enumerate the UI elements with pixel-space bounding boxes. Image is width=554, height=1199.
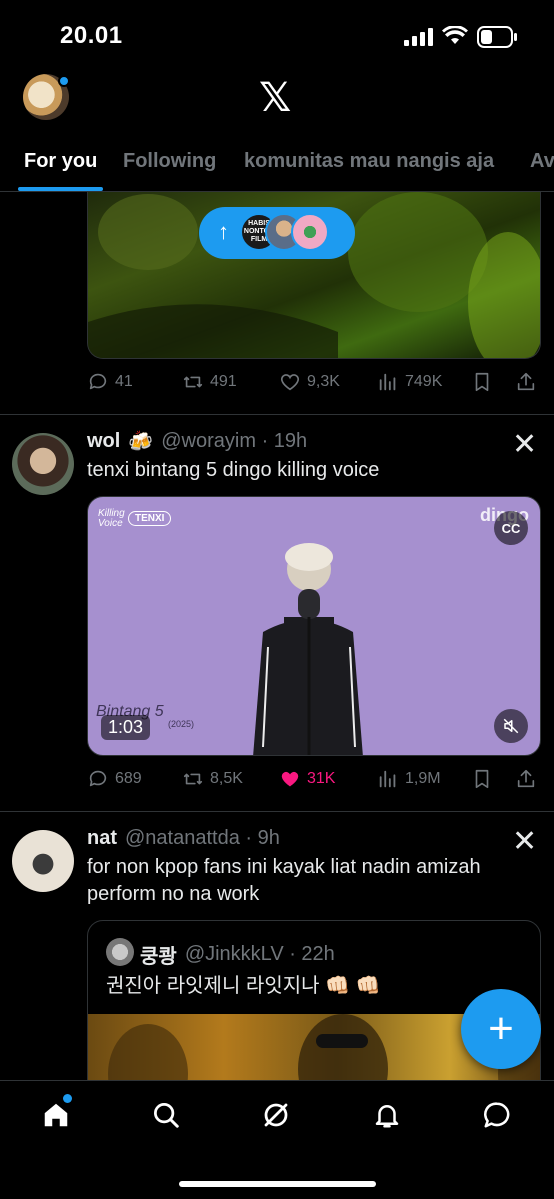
video-duration: 1:03	[101, 715, 151, 740]
post-top-actions: 41 491 9,3K 749K	[87, 371, 541, 401]
pill-avatar-3	[291, 213, 329, 251]
battery-icon	[477, 26, 517, 48]
reply-count: 41	[115, 373, 133, 390]
share-icon	[517, 372, 535, 391]
timeline-tabs: For you Following komunitas mau nangis a…	[0, 140, 554, 192]
video-overlay-year: (2025)	[168, 719, 195, 729]
repost-button[interactable]: 491	[182, 371, 237, 393]
bookmark-button[interactable]	[471, 768, 493, 790]
like-button[interactable]: 9,3K	[279, 371, 340, 393]
like-count: 31K	[307, 770, 336, 787]
beer-emoji-icon: 🍻	[128, 431, 154, 453]
post2-display-name[interactable]: nat	[87, 827, 117, 850]
like-button[interactable]: 31K	[279, 768, 335, 790]
post2-text-line2: perform no na work	[87, 883, 260, 905]
bookmark-icon	[475, 769, 489, 789]
reply-icon	[89, 770, 107, 787]
mute-icon[interactable]	[494, 709, 528, 743]
post2-avatar[interactable]	[12, 830, 74, 892]
grok-nav-icon[interactable]	[261, 1100, 291, 1130]
video-series-title: Killing Voice	[98, 508, 125, 529]
quote-display-name: 쿵쾅	[140, 946, 177, 968]
bell-icon[interactable]	[372, 1100, 402, 1130]
arrow-up-icon: ↑	[218, 219, 229, 244]
status-time: 20.01	[60, 22, 123, 49]
views-icon	[379, 373, 396, 391]
home-icon[interactable]	[41, 1100, 71, 1130]
quote-avatar	[106, 938, 134, 966]
share-icon	[517, 769, 535, 788]
post1-handle[interactable]: @worayim · 19h	[161, 430, 307, 453]
views-button[interactable]: 1,9M	[377, 768, 441, 790]
tab-for-you[interactable]: For you	[24, 150, 97, 173]
repost-button[interactable]: 8,5K	[182, 768, 243, 790]
search-icon[interactable]	[151, 1100, 181, 1130]
tab-av[interactable]: Av	[530, 150, 554, 173]
quote-handle: @JinkkkLV · 22h	[184, 943, 335, 965]
post1-header: wol 🍻 @worayim · 19h	[87, 429, 307, 454]
quote-header: 쿵쾅 @JinkkkLV · 22h	[140, 940, 335, 969]
active-tab-indicator	[18, 187, 103, 191]
post1-avatar[interactable]	[12, 433, 74, 495]
views-count: 1,9M	[405, 770, 441, 787]
share-button[interactable]	[515, 371, 537, 393]
share-button[interactable]	[515, 768, 537, 790]
captions-icon[interactable]: CC	[494, 511, 528, 545]
post-divider	[0, 811, 554, 812]
grok-icon[interactable]: ✕	[512, 427, 537, 462]
views-icon	[379, 770, 396, 788]
reply-count: 689	[115, 770, 142, 787]
reply-button[interactable]: 41	[87, 371, 133, 393]
heart-filled-icon	[281, 771, 299, 787]
compose-button[interactable]: +	[461, 989, 541, 1069]
post1-text: tenxi bintang 5 dingo killing voice	[87, 459, 380, 481]
reply-icon	[89, 373, 107, 390]
notification-dot	[58, 75, 70, 87]
post1-actions: 689 8,5K 31K 1,9M	[87, 768, 541, 798]
wifi-icon	[442, 26, 468, 44]
video-tag: TENXI	[128, 511, 172, 526]
tab-following[interactable]: Following	[123, 150, 216, 173]
repost-count: 491	[210, 373, 237, 390]
views-count: 749K	[405, 373, 443, 390]
grok-icon[interactable]: ✕	[512, 824, 537, 859]
quote-text: 권진아 라잇제니 라잇지나 👊🏻 👊🏻	[106, 975, 381, 997]
home-badge-dot	[63, 1094, 72, 1103]
post-divider	[0, 414, 554, 415]
repost-count: 8,5K	[210, 770, 243, 787]
repost-icon	[183, 376, 203, 388]
bookmark-button[interactable]	[471, 371, 493, 393]
repost-icon	[183, 773, 203, 785]
like-count: 9,3K	[307, 373, 340, 390]
views-button[interactable]: 749K	[377, 371, 442, 393]
heart-icon	[280, 374, 300, 391]
tab-komunitas[interactable]: komunitas mau nangis aja	[244, 150, 494, 173]
post2-header: nat @natanattda · 9h	[87, 827, 280, 850]
post2-handle[interactable]: @natanattda · 9h	[125, 827, 280, 850]
x-logo-icon[interactable]: 𝕏	[259, 78, 291, 118]
home-indicator	[179, 1181, 376, 1187]
reply-button[interactable]: 689	[87, 768, 142, 790]
post1-video[interactable]: Killing Voice TENXI dingo CC Bintang 5 (…	[87, 496, 541, 756]
bookmark-icon	[475, 372, 489, 392]
signal-icon	[404, 28, 433, 46]
post1-display-name[interactable]: wol	[87, 430, 120, 453]
post2-text-line1: for non kpop fans ini kayak liat nadin a…	[87, 856, 481, 878]
messages-icon[interactable]	[482, 1100, 512, 1130]
